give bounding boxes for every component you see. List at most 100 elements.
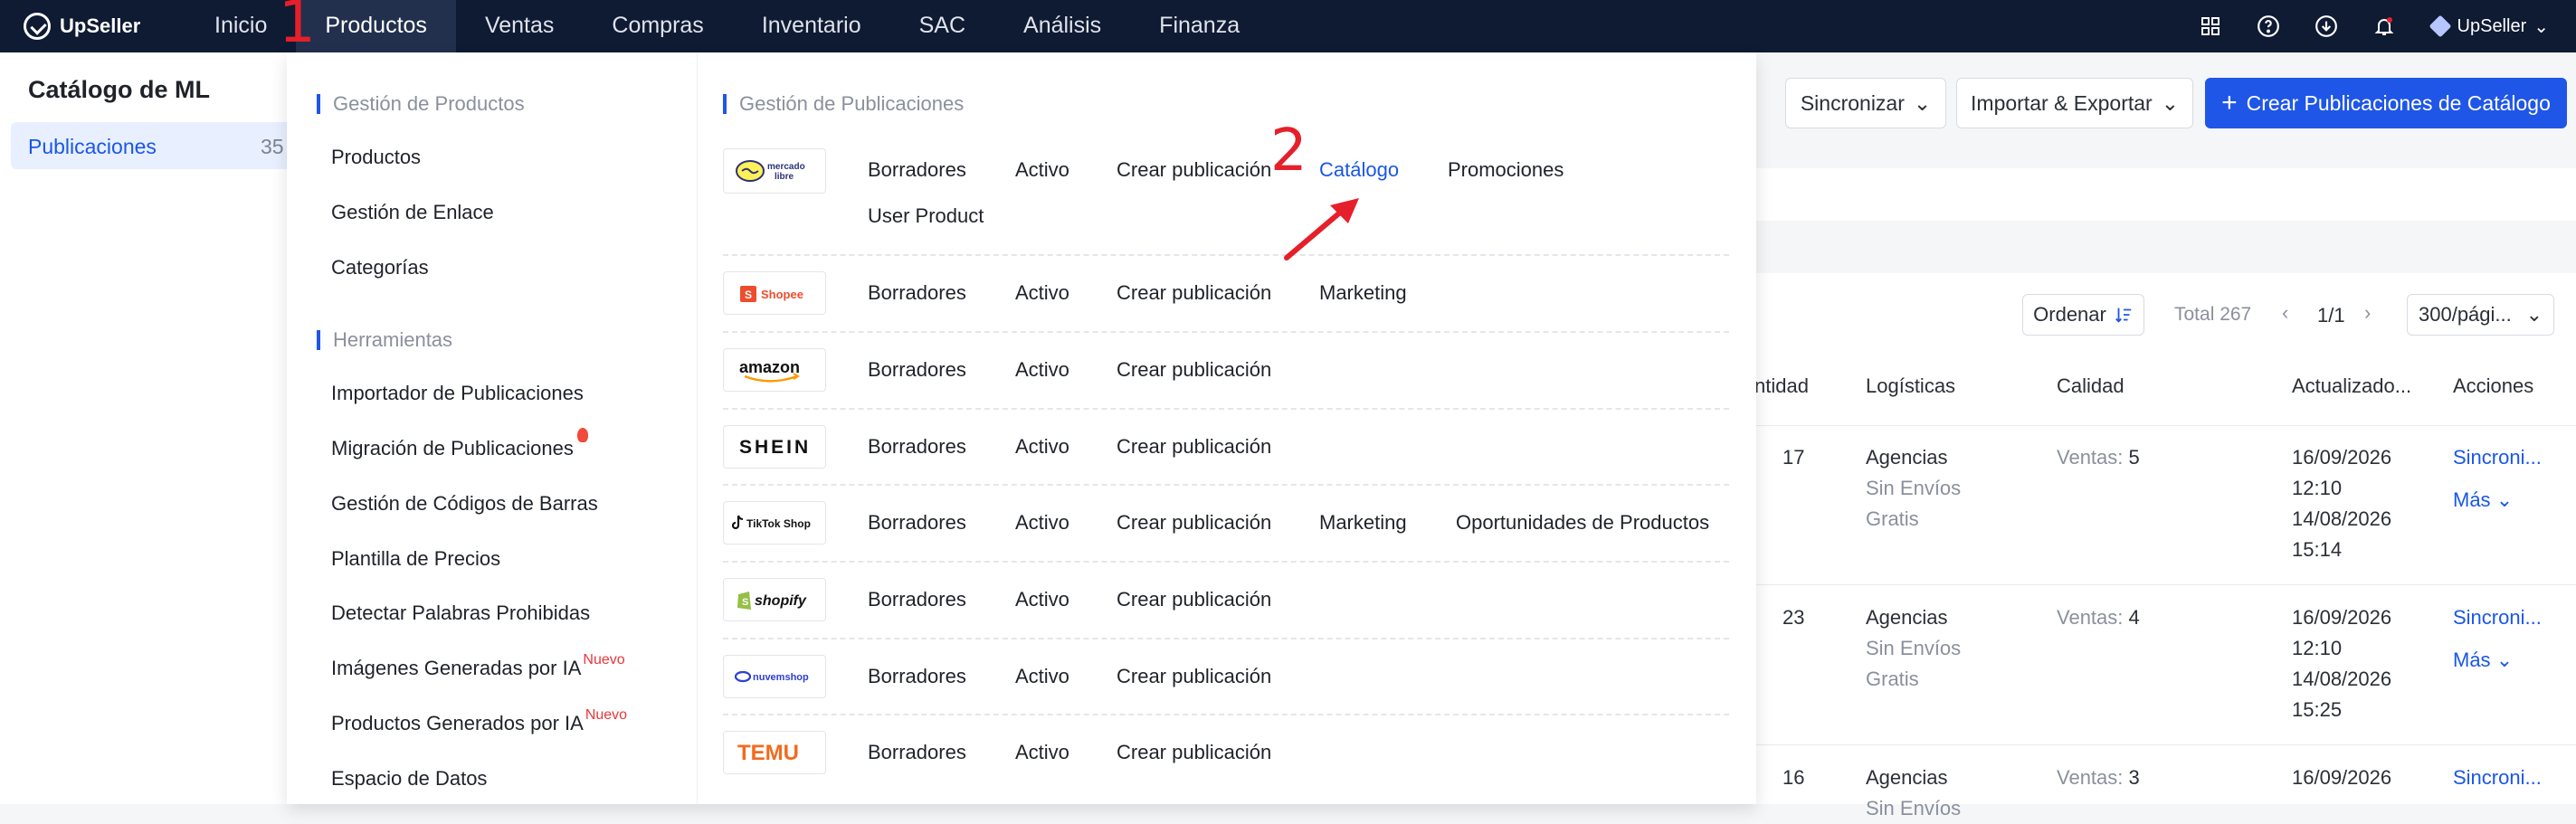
row1-log3: Gratis (1866, 507, 1919, 530)
new-badge: Nuevo (585, 707, 628, 723)
svg-text:SHEIN: SHEIN (739, 437, 811, 458)
shopify-crear-publicacion[interactable]: Crear publicación (1117, 588, 1271, 611)
menu-imagenes-ia[interactable]: Imágenes Generadas por IA Nuevo (331, 652, 625, 680)
import-export-button[interactable]: Importar & Exportar ⌄ (1956, 78, 2193, 128)
chevron-down-icon: ⌄ (1913, 90, 1932, 115)
row1-time1: 12:10 (2292, 477, 2343, 499)
row1-qty: 17 (1782, 446, 1805, 469)
row1-date1: 16/09/2026 (2292, 446, 2392, 469)
nav-sac[interactable]: SAC (890, 0, 994, 52)
nav-ventas[interactable]: Ventas (456, 0, 583, 52)
ml-catalogo[interactable]: Catálogo (1319, 158, 1399, 182)
row2-sync-link[interactable]: Sincroni... (2453, 602, 2542, 633)
col-cantidad: ntidad (1754, 374, 1809, 397)
sync-button[interactable]: Sincronizar ⌄ (1785, 78, 1946, 128)
sort-label: Ordenar (2033, 303, 2106, 326)
temu-crear-publicacion[interactable]: Crear publicación (1117, 741, 1271, 764)
nuvemshop-borradores[interactable]: Borradores (868, 665, 966, 688)
shopee-borradores[interactable]: Borradores (868, 281, 966, 305)
user-menu[interactable]: UpSeller ⌄ (2429, 14, 2549, 38)
amazon-activo[interactable]: Activo (1015, 358, 1069, 382)
tiktok-oportunidades[interactable]: Oportunidades de Productos (1456, 511, 1709, 535)
shopee-crear-publicacion[interactable]: Crear publicación (1117, 281, 1271, 305)
svg-text:shopify: shopify (755, 593, 807, 609)
shopify-borradores[interactable]: Borradores (868, 588, 966, 611)
help-icon[interactable] (2257, 14, 2280, 38)
create-catalog-button[interactable]: + Crear Publicaciones de Catálogo (2205, 78, 2567, 128)
menu-gestion-enlace[interactable]: Gestión de Enlace (331, 201, 494, 224)
row1-more-link[interactable]: Más ⌄ (2453, 485, 2513, 516)
temu-activo[interactable]: Activo (1015, 741, 1069, 764)
prev-page-icon[interactable]: ‹ (2282, 301, 2288, 325)
nav-finanza[interactable]: Finanza (1130, 0, 1269, 52)
shopify-activo[interactable]: Activo (1015, 588, 1069, 611)
menu-plantilla-precios[interactable]: Plantilla de Precios (331, 547, 500, 571)
nuvemshop-crear-publicacion[interactable]: Crear publicación (1117, 665, 1271, 688)
menu-migracion[interactable]: Migración de Publicaciones (331, 428, 588, 460)
svg-text:S: S (742, 597, 748, 608)
shopify-logo: Sshopify (723, 578, 826, 621)
tiktok-crear-publicacion[interactable]: Crear publicación (1117, 511, 1271, 535)
amazon-borradores[interactable]: Borradores (868, 358, 966, 382)
menu-imagenes-ia-label: Imágenes Generadas por IA (331, 657, 582, 679)
main-nav: Inicio Productos Ventas Compras Inventar… (185, 0, 1269, 52)
menu-importador[interactable]: Importador de Publicaciones (331, 382, 584, 405)
row-divider (723, 561, 1729, 563)
tiktok-shop-logo: TikTok Shop (723, 501, 826, 545)
tiktok-borradores[interactable]: Borradores (868, 511, 966, 535)
sidebar-item-publicaciones[interactable]: Publicaciones 35 (11, 122, 291, 169)
menu-productos-ia[interactable]: Productos Generados por IA Nuevo (331, 707, 627, 735)
sort-button[interactable]: Ordenar (2022, 294, 2144, 336)
table-card (1754, 273, 2576, 804)
shopee-marketing[interactable]: Marketing (1319, 281, 1407, 305)
menu-productos[interactable]: Productos (331, 146, 421, 169)
chevron-down-icon: ⌄ (2161, 90, 2179, 115)
shein-borradores[interactable]: Borradores (868, 435, 966, 459)
sidebar-title: Catálogo de ML (28, 76, 210, 103)
shein-activo[interactable]: Activo (1015, 435, 1069, 459)
quality-label: Ventas: (2057, 766, 2124, 789)
next-page-icon[interactable]: › (2364, 301, 2371, 325)
new-badge: Nuevo (583, 652, 625, 668)
row3-sync-link[interactable]: Sincroni... (2453, 762, 2542, 793)
nuvemshop-activo[interactable]: Activo (1015, 665, 1069, 688)
row2-more-link[interactable]: Más ⌄ (2453, 645, 2513, 676)
tiktok-activo[interactable]: Activo (1015, 511, 1069, 535)
shopee-activo[interactable]: Activo (1015, 281, 1069, 305)
row-divider (723, 254, 1729, 256)
row1-log1: Agencias (1866, 446, 1948, 469)
row2-date1: 16/09/2026 (2292, 606, 2392, 629)
ml-promociones[interactable]: Promociones (1448, 158, 1564, 182)
download-icon[interactable] (2315, 14, 2338, 38)
tiktok-marketing[interactable]: Marketing (1319, 511, 1407, 535)
nav-compras[interactable]: Compras (583, 0, 732, 52)
amazon-crear-publicacion[interactable]: Crear publicación (1117, 358, 1271, 382)
apps-grid-icon[interactable] (2199, 14, 2222, 38)
temu-borradores[interactable]: Borradores (868, 741, 966, 764)
row-divider (723, 714, 1729, 715)
menu-palabras-prohibidas[interactable]: Detectar Palabras Prohibidas (331, 601, 590, 625)
page-size-select[interactable]: 300/pági... ⌄ (2407, 294, 2554, 336)
nav-productos[interactable]: Productos (296, 0, 456, 52)
ml-activo[interactable]: Activo (1015, 158, 1069, 182)
ml-user-product[interactable]: User Product (868, 204, 984, 228)
col-actualizado[interactable]: Actualizado... (2292, 374, 2411, 398)
app-logo[interactable]: UpSeller (24, 0, 140, 52)
row1-sync-link[interactable]: Sincroni... (2453, 442, 2542, 473)
svg-text:Shopee: Shopee (761, 288, 803, 301)
header-divider (1754, 425, 2576, 426)
svg-text:TikTok Shop: TikTok Shop (746, 517, 811, 530)
annotation-arrow (1284, 198, 1359, 260)
menu-espacio-datos[interactable]: Espacio de Datos (331, 767, 487, 791)
nav-inventario[interactable]: Inventario (733, 0, 890, 52)
nav-analisis[interactable]: Análisis (994, 0, 1130, 52)
ml-crear-publicacion[interactable]: Crear publicación (1117, 158, 1271, 182)
ml-borradores[interactable]: Borradores (868, 158, 966, 182)
menu-codigos-barras[interactable]: Gestión de Códigos de Barras (331, 492, 598, 516)
shein-crear-publicacion[interactable]: Crear publicación (1117, 435, 1271, 459)
productos-mega-menu: Gestión de Productos Productos Gestión d… (287, 52, 1756, 804)
mega-menu-left-column: Gestión de Productos Productos Gestión d… (287, 52, 698, 804)
menu-categorias[interactable]: Categorías (331, 256, 429, 279)
notification-bell-icon[interactable] (2372, 14, 2396, 38)
more-label: Más (2453, 488, 2491, 511)
